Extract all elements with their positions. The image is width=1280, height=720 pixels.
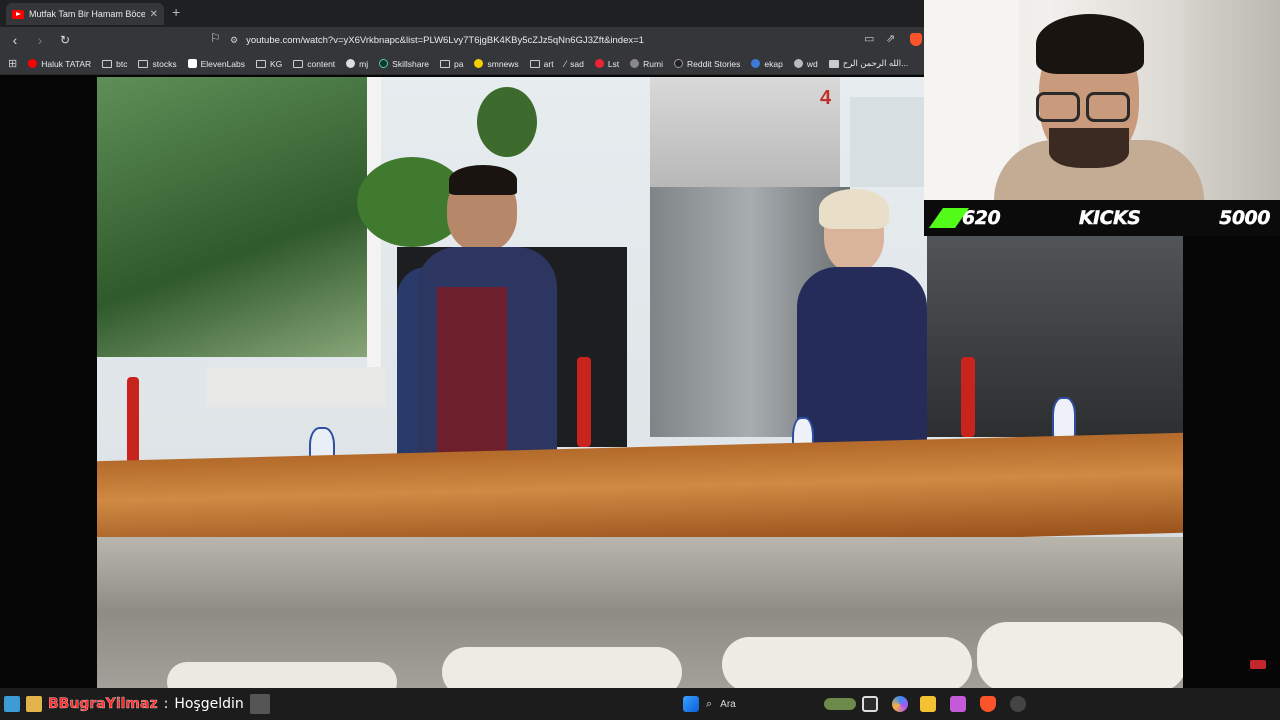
- ketchup-bottle: [961, 357, 975, 437]
- stool: [442, 647, 682, 688]
- oven: [650, 77, 840, 187]
- folder-icon: [102, 59, 113, 68]
- obs-icon[interactable]: [1010, 696, 1026, 712]
- address-bar[interactable]: ⚙ youtube.com/watch?v=yX6Vrkbnapc&list=P…: [230, 30, 850, 50]
- bookmark-pa[interactable]: pa: [440, 59, 463, 69]
- bookmark-content[interactable]: content: [293, 59, 335, 69]
- bookmark-smnews[interactable]: smnews: [474, 59, 519, 69]
- bookmark-kg[interactable]: KG: [256, 59, 282, 69]
- stool: [167, 662, 397, 688]
- bird-icon: [751, 59, 761, 68]
- github-icon: [346, 59, 356, 68]
- bookmark-haluk-tatar[interactable]: Haluk TATAR: [28, 59, 91, 69]
- oven-number: 4: [820, 87, 832, 109]
- skillshare-icon: [379, 59, 389, 68]
- bookmark-rumi[interactable]: Rumi: [630, 59, 663, 69]
- bookmark-lst[interactable]: Lst: [594, 59, 619, 69]
- search-placeholder: Ara: [720, 698, 736, 710]
- cast-icon[interactable]: ▭: [864, 32, 874, 45]
- glasses-right: [1086, 92, 1130, 122]
- s-icon: [594, 59, 604, 68]
- file-explorer-icon[interactable]: [920, 696, 936, 712]
- emote-icon: [249, 694, 270, 714]
- chat-message: Hoşgeldin: [174, 696, 244, 712]
- glass-cups: [850, 97, 930, 187]
- back-icon[interactable]: ‹: [5, 32, 25, 48]
- bookmark-btc[interactable]: btc: [102, 59, 127, 69]
- folder-icon: [256, 59, 266, 68]
- woman-hair: [819, 189, 889, 229]
- window-sill: [207, 367, 387, 407]
- elevenlabs-icon: [187, 59, 197, 68]
- brave-browser-icon[interactable]: [980, 696, 996, 712]
- browser-tab[interactable]: Mutfak Tam Bir Hamam Böcek ✕: [6, 3, 164, 25]
- doc-icon: [828, 59, 839, 68]
- man-hair: [449, 165, 517, 195]
- windows-start-icon[interactable]: [683, 696, 699, 712]
- folder-icon: [440, 59, 451, 68]
- bookmark-ekap[interactable]: ekap: [751, 59, 783, 69]
- kicks-label: KICKS: [1078, 207, 1142, 229]
- close-tab-icon[interactable]: ✕: [150, 9, 158, 20]
- bookmarks-bar: ⊞ Haluk TATAR btc stocks ElevenLabs KG c…: [0, 53, 924, 75]
- bookmark-reddit-stories[interactable]: Reddit Stories: [674, 59, 740, 69]
- bookmark-arabic[interactable]: الله الرحمن الرح...: [828, 58, 908, 69]
- ketchup-bottle: [577, 357, 591, 447]
- kicks-goal-overlay: 620 KICKS 5000: [924, 200, 1280, 236]
- bookmark-star-icon[interactable]: ⚐: [210, 31, 221, 45]
- brave-shield-icon[interactable]: [910, 33, 922, 46]
- apps-grid-icon[interactable]: ⊞: [8, 57, 17, 70]
- chat-badge-icon: [4, 696, 20, 712]
- globe-icon: [630, 59, 640, 68]
- woman-shirt: [797, 267, 927, 457]
- new-tab-button[interactable]: +: [172, 4, 180, 20]
- chat-separator: :: [163, 696, 169, 712]
- chat-badge-icon: [26, 696, 42, 712]
- youtube-icon: [12, 9, 24, 19]
- chat-username: BBugraYilmaz: [48, 696, 158, 712]
- x-icon: ⁄: [564, 58, 567, 69]
- search-icon: ⌕: [706, 697, 713, 710]
- snipping-tool-icon[interactable]: [950, 696, 966, 712]
- url-text: youtube.com/watch?v=yX6Vrkbnapc&list=PLW…: [246, 34, 644, 46]
- smiley-icon: [474, 59, 484, 68]
- bookmark-mj[interactable]: mj: [346, 59, 368, 69]
- kicks-goal-count: 5000: [1219, 207, 1271, 229]
- youtube-icon: [28, 59, 38, 68]
- bookmark-stocks[interactable]: stocks: [138, 59, 177, 69]
- bookmark-elevenlabs[interactable]: ElevenLabs: [187, 59, 245, 69]
- plant-top: [477, 87, 537, 157]
- task-view-icon[interactable]: [862, 696, 878, 712]
- ketchup-bottle: [127, 377, 139, 467]
- streamer-hair: [1036, 14, 1144, 74]
- kicks-current-count: 620: [962, 207, 1001, 229]
- man-apron: [437, 287, 507, 457]
- folder-icon: [138, 59, 149, 68]
- reload-icon[interactable]: ↻: [55, 33, 75, 47]
- d-icon: [674, 59, 684, 68]
- bookmark-art[interactable]: art: [529, 59, 554, 69]
- stool: [722, 637, 972, 688]
- share-icon[interactable]: ⇗: [886, 32, 895, 45]
- stool: [977, 622, 1183, 688]
- chat-message-overlay: BBugraYilmaz : Hoşgeldin: [4, 694, 270, 714]
- webcam-overlay: [924, 0, 1280, 200]
- globe-icon: [793, 59, 803, 68]
- window-greenery: [97, 77, 377, 357]
- glasses-left: [1036, 92, 1080, 122]
- taskbar-search[interactable]: ⌕ Ara: [706, 694, 856, 714]
- copilot-icon[interactable]: [892, 696, 908, 712]
- tab-title: Mutfak Tam Bir Hamam Böcek: [29, 9, 145, 19]
- streamer-beard: [1049, 128, 1129, 168]
- bookmark-wd[interactable]: wd: [793, 59, 818, 69]
- folder-icon: [293, 59, 304, 68]
- search-highlight-icon: [824, 698, 856, 710]
- bookmark-sad[interactable]: ⁄ sad: [565, 59, 584, 69]
- site-info-icon[interactable]: ⚙: [230, 35, 238, 46]
- bookmark-skillshare[interactable]: Skillshare: [379, 59, 429, 69]
- folder-icon: [529, 59, 540, 68]
- forward-icon[interactable]: ›: [30, 32, 50, 48]
- channel-watermark-icon: [1250, 660, 1266, 669]
- webcam-curtain: [1184, 0, 1280, 200]
